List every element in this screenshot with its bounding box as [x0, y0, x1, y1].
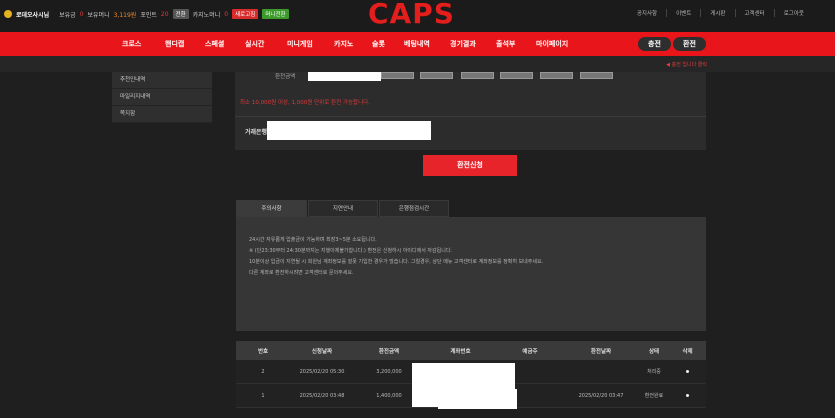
holdings-value: 0 — [79, 10, 84, 18]
sidebar-item-mileage[interactable]: 마일리지내역 — [112, 89, 212, 106]
info-tabs: 주의사항 지연안내 은행점검시간 — [236, 200, 450, 217]
sub-bar — [0, 56, 835, 72]
top-link-board[interactable]: 게시판 — [700, 9, 734, 17]
tab-caution[interactable]: 주의사항 — [236, 200, 307, 217]
top-link-logout[interactable]: 로그아웃 — [773, 9, 813, 17]
col-account: 계좌번호 — [450, 348, 471, 355]
notice-link[interactable]: ◀ 충전 입니다 클릭 — [666, 61, 707, 68]
user-level-icon — [4, 10, 12, 18]
cell-number: 2 — [261, 368, 265, 375]
refresh-button[interactable]: 새로고침 — [232, 9, 259, 19]
delete-button[interactable] — [669, 369, 706, 375]
nav-item-live[interactable]: 실시간 — [245, 39, 287, 49]
sidebar: 추천인내역 마일리지내역 쪽지함 — [112, 72, 212, 123]
quick-amount-reset-button[interactable] — [580, 72, 613, 79]
col-complete-date: 환전날짜 — [590, 348, 612, 355]
tab-bank-maintenance[interactable]: 은행점검시간 — [379, 200, 449, 217]
amount-warning: 최소 10,000원 이상, 1,000원 단위로 환전 가능합니다. — [240, 100, 370, 106]
nav-item-minigame[interactable]: 미니게임 — [287, 39, 334, 49]
deposit-button[interactable]: 충전 — [638, 37, 671, 51]
top-links: 공지사항 이벤트 게시판 고객센터 로그아웃 — [628, 9, 813, 17]
notice-line: ※ (단23:30부터 24:30분까지는 지행이체불가합니다.) 환전은 신청… — [249, 248, 453, 254]
col-amount: 환전금액 — [378, 348, 400, 355]
table-header: 번호 신청날짜 환전금액 계좌번호 예금주 환전날짜 상태 삭제 — [236, 341, 706, 360]
amount-label: 환전금액 — [275, 74, 296, 80]
notice-line: 10분이상 입금이 지연될 시 회원님 계좌정보를 잘못 기입한 경우가 많습니… — [249, 259, 544, 265]
main-nav: 크로스 핸디캡 스페셜 실시간 미니게임 카지노 슬롯 베팅내역 경기결과 출석… — [0, 32, 835, 56]
balance-value: 3,119원 — [113, 11, 137, 19]
casino-money-value: 0 — [224, 10, 229, 18]
notice-line: 24시간 자유롭게 입출금이 가능하며 최장3~5분 소요됩니다. — [249, 237, 377, 243]
amount-row: 환전금액 — [235, 72, 706, 88]
convert-points-button[interactable]: 전환 — [172, 9, 189, 19]
tab-content: 24시간 자유롭게 입출금이 가능하며 최장3~5분 소요됩니다. ※ (단23… — [236, 217, 706, 331]
nav-item-slot[interactable]: 슬롯 — [372, 39, 404, 49]
cell-request-date: 2025/02/20 05:30 — [299, 368, 345, 375]
cell-status: 환전완료 — [644, 393, 664, 399]
redacted-holder-2 — [438, 389, 517, 409]
nav-item-mypage[interactable]: 마이페이지 — [536, 39, 568, 49]
money-convert-button[interactable]: 머니전환 — [262, 9, 289, 19]
redacted-account-1 — [412, 363, 515, 383]
balance-label: 보유머니 — [87, 11, 110, 19]
site-logo[interactable]: CAPS — [368, 0, 455, 30]
col-holder: 예금주 — [522, 348, 538, 355]
amount-input[interactable] — [308, 72, 381, 81]
notice-line: 다른 계좌로 환전하시려면 고객센터로 문의주세요. — [249, 270, 354, 276]
quick-amount-button-4[interactable] — [500, 72, 533, 79]
points-value: 20 — [160, 10, 169, 18]
nav-item-handicap[interactable]: 핸디캡 — [165, 39, 205, 49]
col-request-date: 신청날짜 — [311, 348, 333, 355]
nav-item-results[interactable]: 경기결과 — [450, 39, 496, 49]
cell-status: 처리중 — [647, 369, 661, 375]
cell-request-date: 2025/02/20 03:48 — [299, 392, 345, 399]
holdings-label: 보유금 — [59, 11, 76, 19]
nav-item-cross[interactable]: 크로스 — [122, 39, 165, 49]
casino-money-label: 카지노머니 — [192, 11, 221, 19]
delete-icon[interactable] — [686, 393, 689, 397]
top-bar: 로데오사시님 보유금 0 보유머니 3,119원 포인트 20 전환 카지노머니… — [0, 0, 835, 32]
quick-amount-button-3[interactable] — [461, 72, 494, 79]
sidebar-item-messages[interactable]: 쪽지함 — [112, 106, 212, 123]
bank-info-field — [267, 121, 431, 140]
cell-complete-date: 2025/02/20 03:47 — [578, 392, 624, 399]
withdraw-button[interactable]: 환전 — [673, 37, 706, 51]
submit-withdraw-button[interactable]: 환전신청 — [423, 155, 517, 176]
withdraw-form: 환전금액 최소 10,000원 이상, 1,000원 단위로 환전 가능합니다.… — [235, 72, 706, 150]
points-label: 포인트 — [140, 11, 157, 19]
cell-number: 1 — [261, 392, 265, 399]
tab-delay[interactable]: 지연안내 — [308, 200, 378, 217]
nav-item-casino[interactable]: 카지노 — [334, 39, 372, 49]
bank-label: 거래은행 — [245, 129, 268, 136]
sidebar-item-referral[interactable]: 추천인내역 — [112, 72, 212, 89]
col-status: 상태 — [648, 348, 660, 355]
col-delete: 삭제 — [682, 348, 693, 355]
user-info: 로데오사시님 보유금 0 보유머니 3,119원 포인트 20 전환 카지노머니… — [4, 9, 289, 19]
top-link-support[interactable]: 고객센터 — [734, 9, 774, 17]
nav-item-attendance[interactable]: 출석부 — [496, 39, 536, 49]
username: 로데오사시님 — [16, 11, 50, 19]
quick-amount-button-1[interactable] — [381, 72, 414, 79]
nav-item-special[interactable]: 스페셜 — [205, 39, 245, 49]
delete-icon[interactable] — [686, 369, 689, 373]
top-link-event[interactable]: 이벤트 — [666, 9, 700, 17]
quick-amount-button-2[interactable] — [420, 72, 453, 79]
col-number: 번호 — [257, 348, 269, 355]
divider — [235, 116, 706, 117]
quick-amount-button-5[interactable] — [540, 72, 573, 79]
delete-button[interactable] — [669, 393, 706, 399]
top-link-notice[interactable]: 공지사항 — [628, 9, 666, 17]
nav-item-bet-history[interactable]: 베팅내역 — [404, 39, 450, 49]
